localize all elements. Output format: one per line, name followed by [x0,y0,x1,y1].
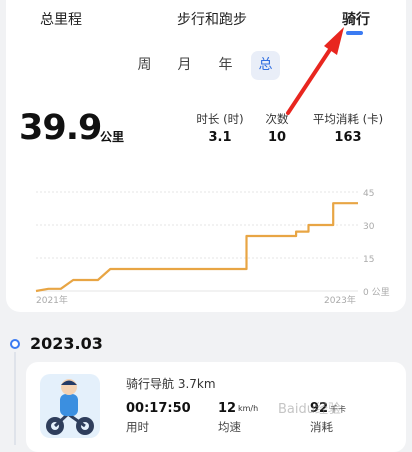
chart-y-tick-label: 30 [363,222,375,232]
timeline-line [14,352,16,445]
record-duration: 00:17:50 [126,401,191,416]
record-speed-label: 均速 [218,420,241,434]
distance-chart: 0 公里 15 30 45 2021年 2023年 [35,189,390,306]
chart-x-label-end: 2023年 [324,294,356,306]
chart-y-tick-label: 15 [363,255,374,265]
record-duration-label: 用时 [126,420,149,434]
chart-y-tick-label: 45 [363,189,374,199]
record-title: 骑行导航 3.7km [126,377,216,391]
timeline-dot [10,339,20,349]
record-speed: 12 [218,401,237,416]
chart-y-tick-label: 0 公里 [363,287,390,298]
chart-x-label-start: 2021年 [36,294,68,306]
month-heading: 2023.03 [30,334,103,353]
chart-series-line [35,202,358,293]
cycling-avatar-image [40,374,100,438]
watermark: Baidu经验 [278,402,341,417]
record-calories-label: 消耗 [310,420,333,434]
record-speed-unit: km/h [238,404,259,413]
